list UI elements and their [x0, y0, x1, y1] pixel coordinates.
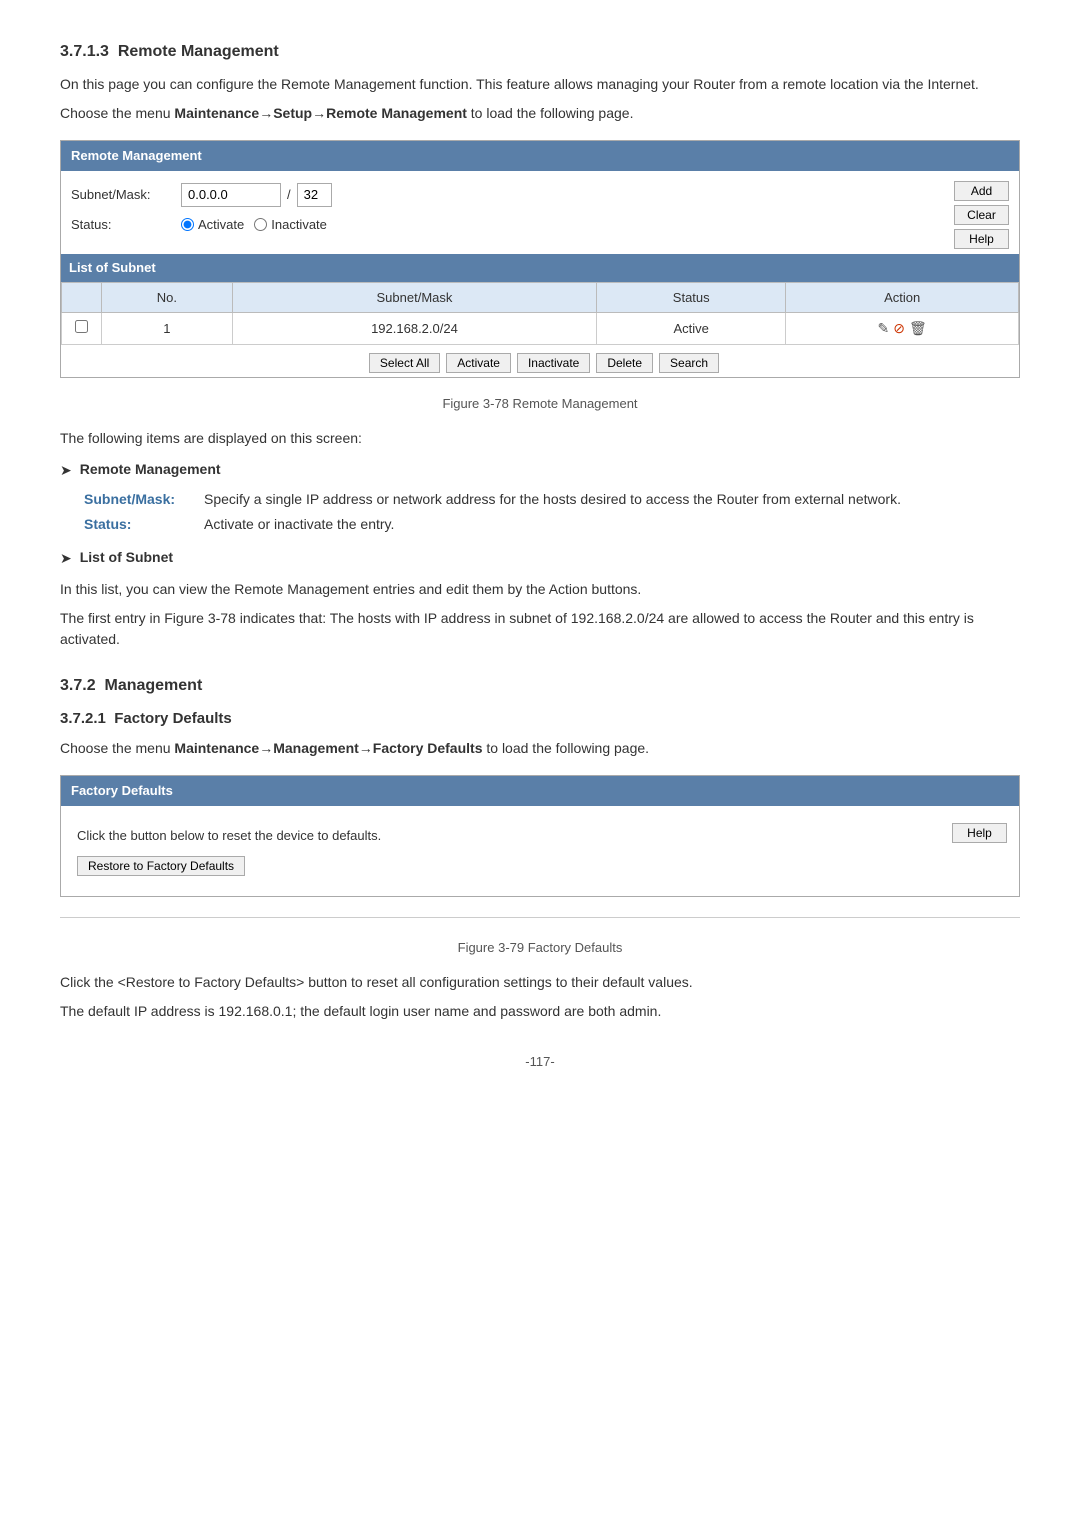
factory-panel-note: Click the button below to reset the devi… — [77, 826, 919, 846]
status-label: Status: — [71, 215, 181, 235]
action-header: Action — [786, 282, 1019, 313]
description-section: ➤ Remote Management Subnet/Mask: Specify… — [60, 459, 1020, 569]
status-header: Status — [597, 282, 786, 313]
bullet-arrow-icon-2: ➤ — [60, 548, 72, 569]
search-button[interactable]: Search — [659, 353, 719, 373]
row-no-cell: 1 — [102, 313, 233, 345]
delete-button[interactable]: Delete — [596, 353, 653, 373]
panel-buttons: Add Clear Help — [954, 181, 1009, 249]
subnet-mask-label: Subnet/Mask: — [71, 185, 181, 205]
remote-management-panel-body: Subnet/Mask: / Status: Activate Inactiva… — [61, 171, 1019, 255]
inactivate-button[interactable]: Inactivate — [517, 353, 590, 373]
no-header: No. — [102, 282, 233, 313]
status-def: Activate or inactivate the entry. — [204, 514, 394, 535]
page-number: -117- — [60, 1052, 1020, 1072]
mask-input[interactable] — [297, 183, 332, 207]
subnet-def: Specify a single IP address or network a… — [204, 489, 901, 510]
description-intro: The following items are displayed on thi… — [60, 428, 1020, 449]
subnet-mask-header: Subnet/Mask — [232, 282, 596, 313]
section-title-313: 3.7.1.3 Remote Management — [60, 40, 1020, 64]
help-button[interactable]: Help — [954, 229, 1009, 249]
list-subnet-desc-title: List of Subnet — [80, 547, 173, 568]
figure-caption-79: Figure 3-79 Factory Defaults — [60, 938, 1020, 958]
section-372: 3.7.2 Management 3.7.2.1 Factory Default… — [60, 674, 1020, 1022]
status-row: Status: Activate Inactivate — [71, 215, 939, 235]
bullet-arrow-icon: ➤ — [60, 460, 72, 481]
nav-instruction-313: Choose the menu Maintenance→Setup→Remote… — [60, 103, 1020, 124]
remote-management-panel: Remote Management Subnet/Mask: / Status:… — [60, 140, 1020, 378]
row-checkbox[interactable] — [75, 320, 88, 333]
clear-button[interactable]: Clear — [954, 205, 1009, 225]
edit-icon[interactable]: ✎ — [878, 318, 890, 339]
row-checkbox-cell[interactable] — [62, 313, 102, 345]
factory-help-button[interactable]: Help — [952, 823, 1007, 843]
checkbox-header — [62, 282, 102, 313]
disable-icon[interactable]: ⊘ — [893, 318, 905, 339]
table-header-row: No. Subnet/Mask Status Action — [62, 282, 1019, 313]
delete-icon[interactable]: 🗑 — [909, 318, 927, 339]
subsection-title-3721: 3.7.2.1 Factory Defaults — [60, 708, 1020, 731]
factory-note1: Click the <Restore to Factory Defaults> … — [60, 972, 1020, 993]
subnet-mask-inputs: / — [181, 183, 332, 207]
row-subnet-cell: 192.168.2.0/24 — [232, 313, 596, 345]
activate-button[interactable]: Activate — [446, 353, 511, 373]
remote-management-desc-title: Remote Management — [80, 459, 221, 480]
activate-radio[interactable] — [181, 218, 194, 231]
status-radio-group: Activate Inactivate — [181, 215, 327, 235]
action-icons: ✎ ⊘ 🗑 — [794, 318, 1010, 339]
inactivate-radio[interactable] — [254, 218, 267, 231]
status-desc-row: Status: Activate or inactivate the entry… — [84, 514, 1020, 535]
remote-management-panel-header: Remote Management — [61, 141, 1019, 171]
add-button[interactable]: Add — [954, 181, 1009, 201]
subnet-term: Subnet/Mask: — [84, 489, 194, 510]
list-subnet-body: No. Subnet/Mask Status Action 1 192.168.… — [61, 282, 1019, 378]
table-button-row: Select All Activate Inactivate Delete Se… — [61, 345, 1019, 377]
factory-help-button-wrapper: Help — [952, 822, 1007, 843]
factory-note2: The default IP address is 192.168.0.1; t… — [60, 1001, 1020, 1022]
inactivate-radio-label[interactable]: Inactivate — [254, 215, 327, 235]
list-subnet-header: List of Subnet — [61, 254, 1019, 282]
slash-separator: / — [287, 185, 291, 205]
row-action-cell: ✎ ⊘ 🗑 — [786, 313, 1019, 345]
factory-defaults-panel-header: Factory Defaults — [61, 776, 1019, 806]
section-intro-313: On this page you can configure the Remot… — [60, 74, 1020, 95]
activate-radio-label[interactable]: Activate — [181, 215, 244, 235]
subnet-table: No. Subnet/Mask Status Action 1 192.168.… — [61, 282, 1019, 346]
factory-nav-instruction: Choose the menu Maintenance→Management→F… — [60, 738, 1020, 759]
factory-defaults-panel-body: Click the button below to reset the devi… — [61, 806, 1019, 897]
ip-input[interactable] — [181, 183, 281, 207]
factory-defaults-panel: Factory Defaults Click the button below … — [60, 775, 1020, 897]
list-subnet-bullet: ➤ List of Subnet — [60, 547, 1020, 569]
section-title-372: 3.7.2 Management — [60, 674, 1020, 698]
restore-factory-defaults-button[interactable]: Restore to Factory Defaults — [77, 856, 245, 876]
remote-management-bullet: ➤ Remote Management — [60, 459, 1020, 481]
row-status-cell: Active — [597, 313, 786, 345]
table-row: 1 192.168.2.0/24 Active ✎ ⊘ 🗑 — [62, 313, 1019, 345]
select-all-button[interactable]: Select All — [369, 353, 440, 373]
figure-caption-78: Figure 3-78 Remote Management — [60, 394, 1020, 414]
subnet-desc-row: Subnet/Mask: Specify a single IP address… — [84, 489, 1020, 510]
subnet-mask-row: Subnet/Mask: / — [71, 183, 939, 207]
list-note1: In this list, you can view the Remote Ma… — [60, 579, 1020, 600]
list-note2: The first entry in Figure 3-78 indicates… — [60, 608, 1020, 650]
status-term: Status: — [84, 514, 194, 535]
section-divider — [60, 917, 1020, 918]
